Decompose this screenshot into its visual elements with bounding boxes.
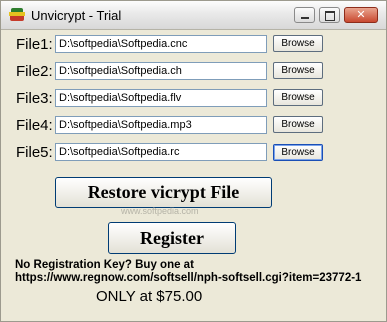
watermark: www.softpedia.com (121, 206, 199, 216)
close-button[interactable]: ✕ (344, 7, 378, 23)
file1-label: File1: (16, 36, 53, 53)
maximize-icon (325, 11, 335, 21)
title-bar[interactable]: Unvicrypt - Trial ✕ (1, 1, 386, 30)
file2-label: File2: (16, 63, 53, 80)
register-button[interactable]: Register (108, 222, 236, 254)
window-title: Unvicrypt - Trial (31, 8, 122, 23)
file5-browse-button[interactable]: Browse (273, 144, 323, 161)
file5-label: File5: (16, 144, 53, 161)
file3-field[interactable]: D:\softpedia\Softpedia.flv (55, 89, 267, 107)
app-icon (9, 8, 25, 22)
registration-url: https://www.regnow.com/softsell/nph-soft… (15, 272, 362, 284)
file3-label: File3: (16, 90, 53, 107)
maximize-button[interactable] (319, 7, 340, 23)
file2-field[interactable]: D:\softpedia\Softpedia.ch (55, 62, 267, 80)
registration-note: No Registration Key? Buy one at (15, 259, 194, 271)
price-text: ONLY at $75.00 (96, 288, 203, 305)
file1-field[interactable]: D:\softpedia\Softpedia.cnc (55, 35, 267, 53)
close-icon: ✕ (356, 9, 366, 21)
restore-file-button[interactable]: Restore vicrypt File (55, 177, 272, 208)
file4-field[interactable]: D:\softpedia\Softpedia.mp3 (55, 116, 267, 134)
file2-browse-button[interactable]: Browse (273, 62, 323, 79)
file4-label: File4: (16, 117, 53, 134)
app-window: Unvicrypt - Trial ✕ File1: D:\softpedia\… (0, 0, 387, 322)
minimize-button[interactable] (294, 7, 315, 23)
file3-browse-button[interactable]: Browse (273, 89, 323, 106)
file1-browse-button[interactable]: Browse (273, 35, 323, 52)
file5-field[interactable]: D:\softpedia\Softpedia.rc (55, 143, 267, 161)
minimize-icon (301, 17, 309, 19)
file4-browse-button[interactable]: Browse (273, 116, 323, 133)
